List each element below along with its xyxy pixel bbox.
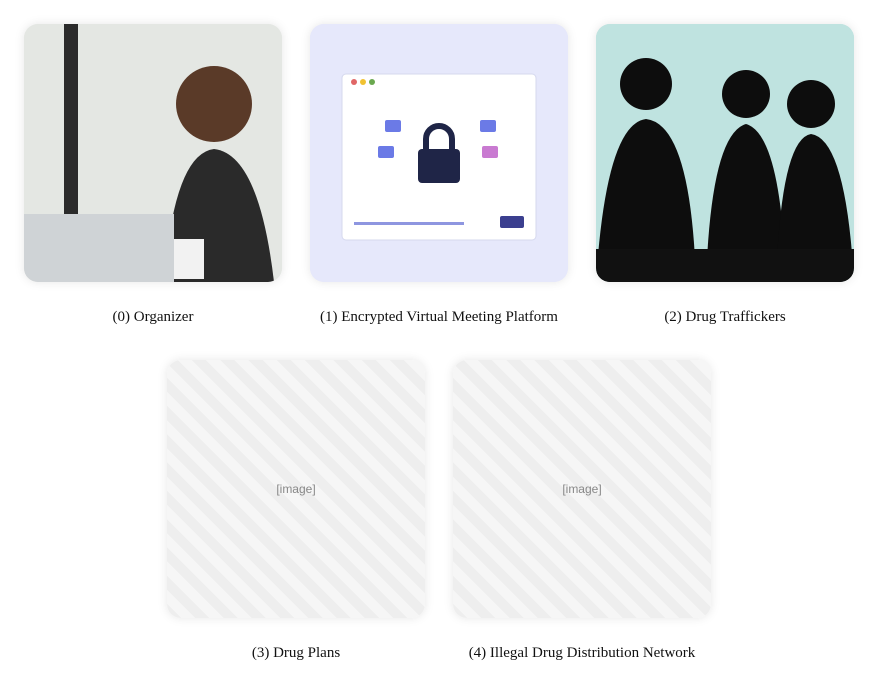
silhouette-group-illustration — [596, 24, 854, 282]
caption-encrypted-platform: (1) Encrypted Virtual Meeting Platform — [320, 309, 558, 325]
caption-distribution-network: (4) Illegal Drug Distribution Network — [468, 645, 696, 661]
caption-organizer: (0) Organizer — [112, 309, 194, 325]
person-laptop-illustration — [24, 24, 282, 282]
tile-traffickers — [596, 24, 854, 282]
tile-organizer — [24, 24, 282, 282]
tile-drug-plans: [image] — [167, 360, 425, 618]
caption-drug-plans: (3) Drug Plans — [251, 645, 341, 661]
lock-window-illustration — [310, 24, 568, 282]
tile-encrypted-platform — [310, 24, 568, 282]
image-placeholder-icon: [image] — [562, 482, 602, 496]
caption-traffickers: (2) Drug Traffickers — [664, 309, 786, 325]
tile-distribution-network: [image] — [453, 360, 711, 618]
image-placeholder-icon: [image] — [276, 482, 316, 496]
